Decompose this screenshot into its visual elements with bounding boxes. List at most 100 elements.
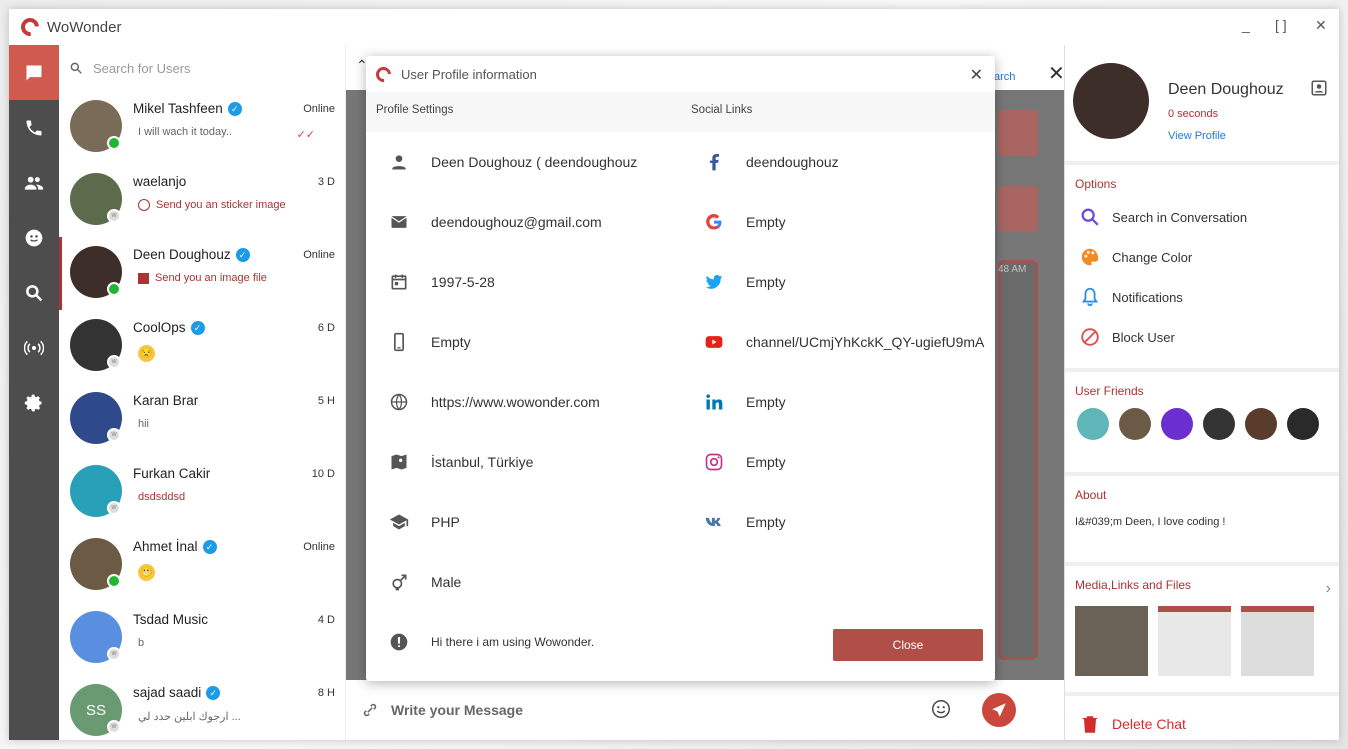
profile-value: deendoughouz@gmail.com: [431, 214, 602, 230]
emoji-icon[interactable]: [930, 698, 952, 720]
google-icon: [705, 213, 721, 230]
profile-value: Male: [431, 574, 462, 590]
minimize-button[interactable]: _: [1242, 17, 1250, 33]
nav-calls[interactable]: [9, 100, 59, 155]
chat-item[interactable]: w waelanjo 3 D Send you an sticker image: [59, 164, 345, 237]
chat-item[interactable]: Mikel Tashfeen ✓ Online I will wach it to…: [59, 91, 345, 164]
nav-groups[interactable]: [9, 155, 59, 210]
profile-info-modal: User Profile information ✕ Profile Setti…: [366, 56, 995, 681]
chat-name: Karan Brar: [133, 393, 199, 408]
option-search[interactable]: Search in Conversation: [1065, 197, 1339, 237]
map-icon: [391, 454, 406, 470]
chat-name: Tsdad Music: [133, 612, 209, 627]
friend-avatar[interactable]: [1203, 408, 1235, 440]
profile-row: İstanbul, Türkiye: [366, 432, 681, 492]
profile-row: deendoughouz@gmail.com: [366, 192, 681, 252]
option-label: Notifications: [1112, 289, 1183, 305]
chat-preview: ارجوك ابلين حدد لي ...: [138, 711, 241, 723]
social-value: Empty: [746, 454, 786, 470]
chat-time: 4 D: [317, 614, 335, 626]
profile-row: Male: [366, 552, 681, 612]
wowonder-badge-icon: w: [107, 209, 121, 223]
verified-icon: ✓: [190, 320, 205, 335]
friend-avatar[interactable]: [1119, 408, 1151, 440]
profile-row: Hi there i am using Wowonder.: [366, 612, 681, 672]
chat-item[interactable]: Ahmet İnal ✓ Online 😬: [59, 529, 345, 602]
friend-avatar[interactable]: [1077, 408, 1109, 440]
bell-icon: [1081, 287, 1098, 307]
social-row: Empty: [681, 192, 995, 252]
phone-icon: [26, 120, 42, 135]
social-value: channel/UCmjYhKckK_QY-ugiefU9mA: [746, 334, 985, 350]
media-thumb[interactable]: [1075, 606, 1148, 676]
chat-name: Deen Doughouz: [133, 247, 231, 262]
close-window-button[interactable]: ✕: [1315, 17, 1327, 34]
friend-avatar[interactable]: [1245, 408, 1277, 440]
close-chat-icon[interactable]: ✕: [1048, 61, 1065, 86]
media-thumb[interactable]: [1158, 606, 1231, 676]
nav-settings[interactable]: [9, 375, 59, 430]
person-icon: [391, 155, 406, 170]
broadcast-icon: [24, 340, 44, 355]
contact-card-icon[interactable]: [1310, 79, 1328, 97]
nav-stickers[interactable]: [9, 210, 59, 265]
double-check-icon: ✓✓: [296, 129, 315, 141]
nav-broadcast[interactable]: [9, 320, 59, 375]
online-status-dot: [107, 136, 121, 150]
option-bell[interactable]: Notifications: [1065, 277, 1339, 317]
maximize-button[interactable]: [ ]: [1275, 17, 1287, 33]
message-composer: Write your Message: [346, 680, 1064, 740]
media-thumb[interactable]: [1241, 606, 1314, 676]
chat-item[interactable]: w Furkan Cakir 10 D dsdsddsd: [59, 456, 345, 529]
twitter-icon: [705, 274, 722, 289]
emoji-icon: 😒: [138, 345, 155, 362]
profile-value: PHP: [431, 514, 460, 530]
chat-item[interactable]: w Karan Brar 5 H hii: [59, 383, 345, 456]
smiley-icon: [25, 229, 43, 246]
wowonder-logo-icon: [17, 14, 43, 40]
modal-title: User Profile information: [401, 66, 537, 82]
nav-chats[interactable]: [9, 45, 59, 100]
chat-name: sajad saadi: [133, 685, 202, 700]
profile-row: Empty: [366, 312, 681, 372]
option-block[interactable]: Block User: [1065, 317, 1339, 357]
view-profile-link[interactable]: View Profile: [1168, 130, 1226, 142]
friend-avatar[interactable]: [1287, 408, 1319, 440]
block-icon: [1080, 328, 1099, 346]
chat-item[interactable]: Deen Doughouz ✓ Online Send you an image …: [59, 237, 345, 310]
send-button[interactable]: [982, 693, 1016, 727]
profile-value: https://www.wowonder.com: [431, 394, 600, 410]
social-row: channel/UCmjYhKckK_QY-ugiefU9mA: [681, 312, 995, 372]
chevron-right-icon[interactable]: ›: [1326, 580, 1331, 598]
nav-rail: [9, 45, 59, 740]
chat-preview: Send you an image file: [155, 272, 267, 284]
modal-close-icon[interactable]: ✕: [970, 65, 983, 85]
search-fragment[interactable]: arch: [994, 71, 1015, 83]
social-links-header: Social Links: [681, 92, 995, 132]
verified-icon: ✓: [206, 685, 221, 700]
verified-icon: ✓: [202, 539, 217, 554]
delete-chat-button[interactable]: Delete Chat: [1065, 704, 1339, 740]
message-input[interactable]: Write your Message: [391, 702, 523, 718]
vk-icon: [705, 517, 721, 527]
close-button[interactable]: Close: [833, 629, 983, 661]
chat-item[interactable]: SS w sajad saadi ✓ 8 H ارجوك ابلين حدد لي…: [59, 675, 345, 740]
globe-icon: [390, 393, 407, 411]
chat-item[interactable]: w CoolOps ✓ 6 D 😒: [59, 310, 345, 383]
wowonder-badge-icon: w: [107, 501, 121, 515]
social-value: Empty: [746, 274, 786, 290]
chat-time: 6 D: [317, 322, 335, 334]
social-row: Empty: [681, 492, 995, 552]
social-value: Empty: [746, 514, 786, 530]
attach-icon[interactable]: [361, 701, 379, 719]
chat-item[interactable]: w Tsdad Music 4 D b: [59, 602, 345, 675]
profile-value: Hi there i am using Wowonder.: [431, 635, 595, 649]
friend-avatar[interactable]: [1161, 408, 1193, 440]
wowonder-badge-icon: w: [107, 647, 121, 661]
calendar-icon: [391, 274, 406, 290]
option-palette[interactable]: Change Color: [1065, 237, 1339, 277]
user-search-input[interactable]: Search for Users: [59, 45, 345, 91]
app-title: WoWonder: [47, 18, 122, 36]
nav-search[interactable]: [9, 265, 59, 320]
online-status-dot: [107, 282, 121, 296]
